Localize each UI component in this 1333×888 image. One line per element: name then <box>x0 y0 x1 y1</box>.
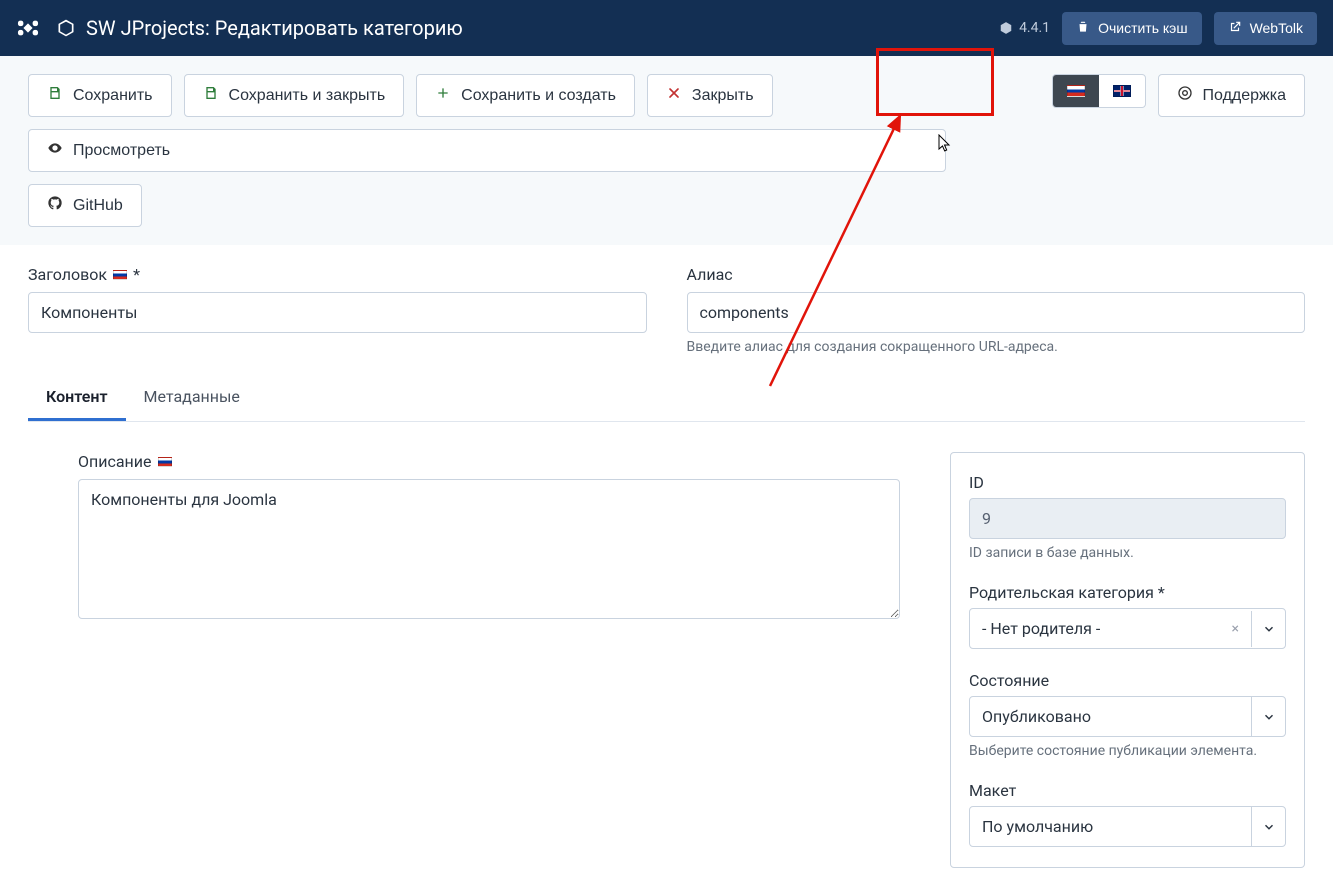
header-right: 4.4.1 Очистить кэш WebTolk <box>999 12 1317 45</box>
id-label: ID <box>969 473 1286 492</box>
state-select[interactable]: Опубликовано <box>969 696 1286 737</box>
language-switch <box>1052 74 1146 108</box>
save-new-button[interactable]: Сохранить и создать <box>416 74 635 117</box>
save-label: Сохранить <box>73 87 153 105</box>
chevron-down-icon <box>1251 807 1285 846</box>
webtolk-button[interactable]: WebTolk <box>1214 12 1317 45</box>
eye-icon <box>47 140 63 161</box>
layout-value: По умолчанию <box>982 817 1093 836</box>
content-panel: Описание <box>28 452 900 868</box>
alias-input[interactable] <box>687 292 1306 333</box>
chevron-down-icon <box>1251 611 1285 647</box>
cube-icon <box>56 18 76 38</box>
chevron-down-icon <box>1251 697 1285 736</box>
support-button[interactable]: Поддержка <box>1158 74 1305 117</box>
save-new-label: Сохранить и создать <box>461 87 616 105</box>
parent-value: - Нет родителя - <box>982 619 1100 638</box>
close-label: Закрыть <box>692 87 754 105</box>
close-icon <box>666 85 682 106</box>
title-input[interactable] <box>28 292 647 333</box>
description-textarea[interactable] <box>78 479 900 619</box>
state-field: Состояние Опубликовано Выберите состояни… <box>969 671 1286 759</box>
parent-select[interactable]: - Нет родителя - × <box>969 608 1286 649</box>
flag-ru-icon <box>158 457 172 467</box>
plus-icon <box>435 85 451 106</box>
github-icon <box>47 195 63 216</box>
state-label: Состояние <box>969 671 1286 690</box>
save-close-button[interactable]: Сохранить и закрыть <box>184 74 405 117</box>
external-link-icon <box>1228 20 1242 37</box>
webtolk-label: WebTolk <box>1250 20 1303 36</box>
trash-icon <box>1076 20 1090 37</box>
close-button[interactable]: Закрыть <box>647 74 773 117</box>
flag-gb-icon <box>1113 85 1131 97</box>
lang-ru[interactable] <box>1053 75 1099 107</box>
github-label: GitHub <box>73 197 123 215</box>
flag-ru-icon <box>1067 85 1085 97</box>
clear-cache-button[interactable]: Очистить кэш <box>1062 12 1202 45</box>
title-label: Заголовок <box>28 265 107 284</box>
action-toolbar: Сохранить Сохранить и закрыть Сохранить … <box>0 56 1333 245</box>
tab-metadata[interactable]: Метаданные <box>126 375 258 421</box>
flag-ru-icon <box>113 270 127 280</box>
description-label: Описание <box>78 452 152 471</box>
page-title: SW JProjects: Редактировать категорию <box>86 16 999 40</box>
version-text: 4.4.1 <box>1019 20 1050 36</box>
save-button[interactable]: Сохранить <box>28 74 172 117</box>
layout-select[interactable]: По умолчанию <box>969 806 1286 847</box>
clear-cache-label: Очистить кэш <box>1098 20 1188 36</box>
state-help: Выберите состояние публикации элемента. <box>969 743 1286 759</box>
alias-label: Алиас <box>687 265 733 284</box>
id-field: ID ID записи в базе данных. <box>969 473 1286 561</box>
tabs: Контент Метаданные <box>28 375 1305 422</box>
alias-help: Введите алиас для создания сокращенного … <box>687 339 1306 355</box>
layout-label: Макет <box>969 781 1286 800</box>
github-button[interactable]: GitHub <box>28 184 142 227</box>
save-close-label: Сохранить и закрыть <box>229 87 386 105</box>
support-label: Поддержка <box>1203 87 1286 105</box>
app-header: SW JProjects: Редактировать категорию 4.… <box>0 0 1333 56</box>
alias-field-group: Алиас Введите алиас для создания сокраще… <box>687 265 1306 355</box>
save-icon <box>203 85 219 106</box>
save-icon <box>47 85 63 106</box>
id-help: ID записи в базе данных. <box>969 545 1286 561</box>
id-input <box>969 498 1286 539</box>
preview-label: Просмотреть <box>73 142 170 160</box>
parent-category-field: Родительская категория * - Нет родителя … <box>969 583 1286 649</box>
preview-button[interactable]: Просмотреть <box>28 129 946 172</box>
joomla-version[interactable]: 4.4.1 <box>999 20 1050 36</box>
tab-content[interactable]: Контент <box>28 375 126 421</box>
aside-panel: ID ID записи в базе данных. Родительская… <box>950 452 1305 868</box>
state-value: Опубликовано <box>982 707 1091 726</box>
layout-field: Макет По умолчанию <box>969 781 1286 847</box>
joomla-logo-icon <box>16 16 40 40</box>
clear-icon[interactable]: × <box>1226 621 1245 637</box>
lang-en[interactable] <box>1099 75 1145 107</box>
form-area: Заголовок * Алиас Введите алиас для созд… <box>0 245 1333 888</box>
title-field-group: Заголовок * <box>28 265 647 355</box>
lifebuoy-icon <box>1177 85 1193 106</box>
required-mark: * <box>133 265 140 284</box>
parent-label: Родительская категория * <box>969 583 1286 602</box>
